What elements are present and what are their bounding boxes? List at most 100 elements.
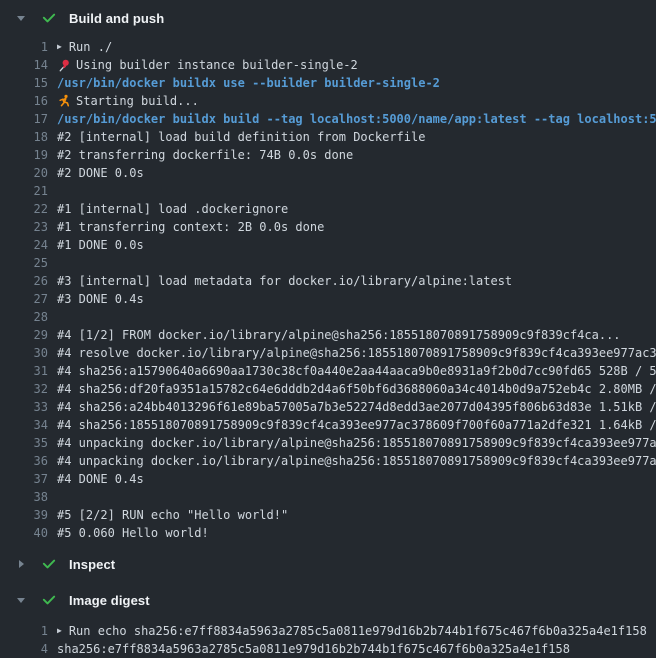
log-text: #4 unpacking docker.io/library/alpine@sh… xyxy=(57,452,656,470)
section-build-and-push: Build and push 1 ▶ Run ./ 14 Using build… xyxy=(0,0,656,546)
line-number[interactable]: 24 xyxy=(0,236,48,254)
log-text: Run echo sha256:e7ff8834a5963a2785c5a081… xyxy=(69,622,647,640)
log-line-content: #1 [internal] load .dockerignore xyxy=(57,200,656,218)
chevron-down-icon[interactable] xyxy=(14,593,28,607)
log-line-content: sha256:e7ff8834a5963a2785c5a0811e979d16b… xyxy=(57,640,656,658)
log-line: 31 #4 sha256:a15790640a6690aa1730c38cf0a… xyxy=(0,362,656,380)
expander-icon[interactable]: ▶ xyxy=(57,622,62,640)
log-text: #3 [internal] load metadata for docker.i… xyxy=(57,272,512,290)
line-number[interactable]: 38 xyxy=(0,488,48,506)
log-line: 4 sha256:e7ff8834a5963a2785c5a0811e979d1… xyxy=(0,640,656,658)
log-text: #3 DONE 0.4s xyxy=(57,290,144,308)
log-line-content: #2 [internal] load build definition from… xyxy=(57,128,656,146)
log-line-content: /usr/bin/docker buildx build --tag local… xyxy=(57,110,656,128)
line-number[interactable]: 33 xyxy=(0,398,48,416)
success-check-icon xyxy=(41,592,57,608)
pushpin-icon xyxy=(57,58,71,72)
chevron-down-icon[interactable] xyxy=(14,11,28,25)
log-line: 35 #4 unpacking docker.io/library/alpine… xyxy=(0,434,656,452)
log-line: 40 #5 0.060 Hello world! xyxy=(0,524,656,542)
log-line: 32 #4 sha256:df20fa9351a15782c64e6dddb2d… xyxy=(0,380,656,398)
log-text: /usr/bin/docker buildx use --builder bui… xyxy=(57,74,440,92)
success-check-icon xyxy=(41,556,57,572)
log-line: 26 #3 [internal] load metadata for docke… xyxy=(0,272,656,290)
log-text: #4 sha256:df20fa9351a15782c64e6dddb2d4a6… xyxy=(57,380,656,398)
log-line: 36 #4 unpacking docker.io/library/alpine… xyxy=(0,452,656,470)
line-number[interactable]: 4 xyxy=(0,640,48,658)
line-number[interactable]: 25 xyxy=(0,254,48,272)
line-number[interactable]: 32 xyxy=(0,380,48,398)
log-text: #4 sha256:a24bb4013296f61e89ba57005a7b3e… xyxy=(57,398,656,416)
line-number[interactable]: 27 xyxy=(0,290,48,308)
line-number[interactable]: 37 xyxy=(0,470,48,488)
log-text: #2 transferring dockerfile: 74B 0.0s don… xyxy=(57,146,353,164)
line-number[interactable]: 17 xyxy=(0,110,48,128)
section-image-digest: Image digest 1 ▶ Run echo sha256:e7ff883… xyxy=(0,582,656,658)
log-text: #1 DONE 0.0s xyxy=(57,236,144,254)
log-text: #4 [1/2] FROM docker.io/library/alpine@s… xyxy=(57,326,621,344)
log-line-content: #3 [internal] load metadata for docker.i… xyxy=(57,272,656,290)
line-number[interactable]: 16 xyxy=(0,92,48,110)
log-line-content: #4 sha256:a15790640a6690aa1730c38cf0a440… xyxy=(57,362,656,380)
section-header-build-and-push[interactable]: Build and push xyxy=(0,0,656,36)
log-line: 27 #3 DONE 0.4s xyxy=(0,290,656,308)
line-number[interactable]: 36 xyxy=(0,452,48,470)
line-number[interactable]: 28 xyxy=(0,308,48,326)
actions-log-viewer: Build and push 1 ▶ Run ./ 14 Using build… xyxy=(0,0,656,658)
log-line: 14 Using builder instance builder-single… xyxy=(0,56,656,74)
log-text: #4 resolve docker.io/library/alpine@sha2… xyxy=(57,344,656,362)
line-number[interactable]: 22 xyxy=(0,200,48,218)
log-line: 1 ▶ Run ./ xyxy=(0,38,656,56)
log-line-content: /usr/bin/docker buildx use --builder bui… xyxy=(57,74,656,92)
log-text: #5 0.060 Hello world! xyxy=(57,524,209,542)
log-line-content: #4 unpacking docker.io/library/alpine@sh… xyxy=(57,434,656,452)
log-line-content: #4 sha256:df20fa9351a15782c64e6dddb2d4a6… xyxy=(57,380,656,398)
log-line-content: #3 DONE 0.4s xyxy=(57,290,656,308)
log-line: 15 /usr/bin/docker buildx use --builder … xyxy=(0,74,656,92)
log-line-content: #1 transferring context: 2B 0.0s done xyxy=(57,218,656,236)
log-line-content: #4 sha256:a24bb4013296f61e89ba57005a7b3e… xyxy=(57,398,656,416)
line-number[interactable]: 1 xyxy=(0,622,48,640)
log-line-content: ▶ Run echo sha256:e7ff8834a5963a2785c5a0… xyxy=(57,622,656,640)
log-block-build-and-push: 1 ▶ Run ./ 14 Using builder instance bui… xyxy=(0,36,656,546)
line-number[interactable]: 26 xyxy=(0,272,48,290)
log-text: #4 DONE 0.4s xyxy=(57,470,144,488)
log-text: #2 [internal] load build definition from… xyxy=(57,128,425,146)
section-title: Inspect xyxy=(69,557,115,572)
log-line: 39 #5 [2/2] RUN echo "Hello world!" xyxy=(0,506,656,524)
log-text: #4 sha256:185518070891758909c9f839cf4ca3… xyxy=(57,416,656,434)
log-line: 17 /usr/bin/docker buildx build --tag lo… xyxy=(0,110,656,128)
line-number[interactable]: 1 xyxy=(0,38,48,56)
log-line-content: #4 sha256:185518070891758909c9f839cf4ca3… xyxy=(57,416,656,434)
line-number[interactable]: 35 xyxy=(0,434,48,452)
log-text: /usr/bin/docker buildx build --tag local… xyxy=(57,110,656,128)
line-number[interactable]: 30 xyxy=(0,344,48,362)
log-text: Using builder instance builder-single-2 xyxy=(76,56,358,74)
line-number[interactable]: 14 xyxy=(0,56,48,74)
line-number[interactable]: 31 xyxy=(0,362,48,380)
log-line: 18 #2 [internal] load build definition f… xyxy=(0,128,656,146)
log-line: 38 xyxy=(0,488,656,506)
section-header-inspect[interactable]: Inspect xyxy=(0,546,656,582)
line-number[interactable]: 21 xyxy=(0,182,48,200)
chevron-right-icon[interactable] xyxy=(14,557,28,571)
line-number[interactable]: 18 xyxy=(0,128,48,146)
log-text: Starting build... xyxy=(76,92,199,110)
log-line: 1 ▶ Run echo sha256:e7ff8834a5963a2785c5… xyxy=(0,622,656,640)
log-text: #1 transferring context: 2B 0.0s done xyxy=(57,218,324,236)
log-line-content: #4 DONE 0.4s xyxy=(57,470,656,488)
line-number[interactable]: 15 xyxy=(0,74,48,92)
line-number[interactable]: 29 xyxy=(0,326,48,344)
log-line-content: Using builder instance builder-single-2 xyxy=(57,56,656,74)
line-number[interactable]: 20 xyxy=(0,164,48,182)
line-number[interactable]: 34 xyxy=(0,416,48,434)
runner-icon xyxy=(57,94,71,108)
log-line: 30 #4 resolve docker.io/library/alpine@s… xyxy=(0,344,656,362)
line-number[interactable]: 19 xyxy=(0,146,48,164)
line-number[interactable]: 40 xyxy=(0,524,48,542)
log-line: 21 xyxy=(0,182,656,200)
expander-icon[interactable]: ▶ xyxy=(57,38,62,56)
line-number[interactable]: 23 xyxy=(0,218,48,236)
line-number[interactable]: 39 xyxy=(0,506,48,524)
section-header-image-digest[interactable]: Image digest xyxy=(0,582,656,618)
